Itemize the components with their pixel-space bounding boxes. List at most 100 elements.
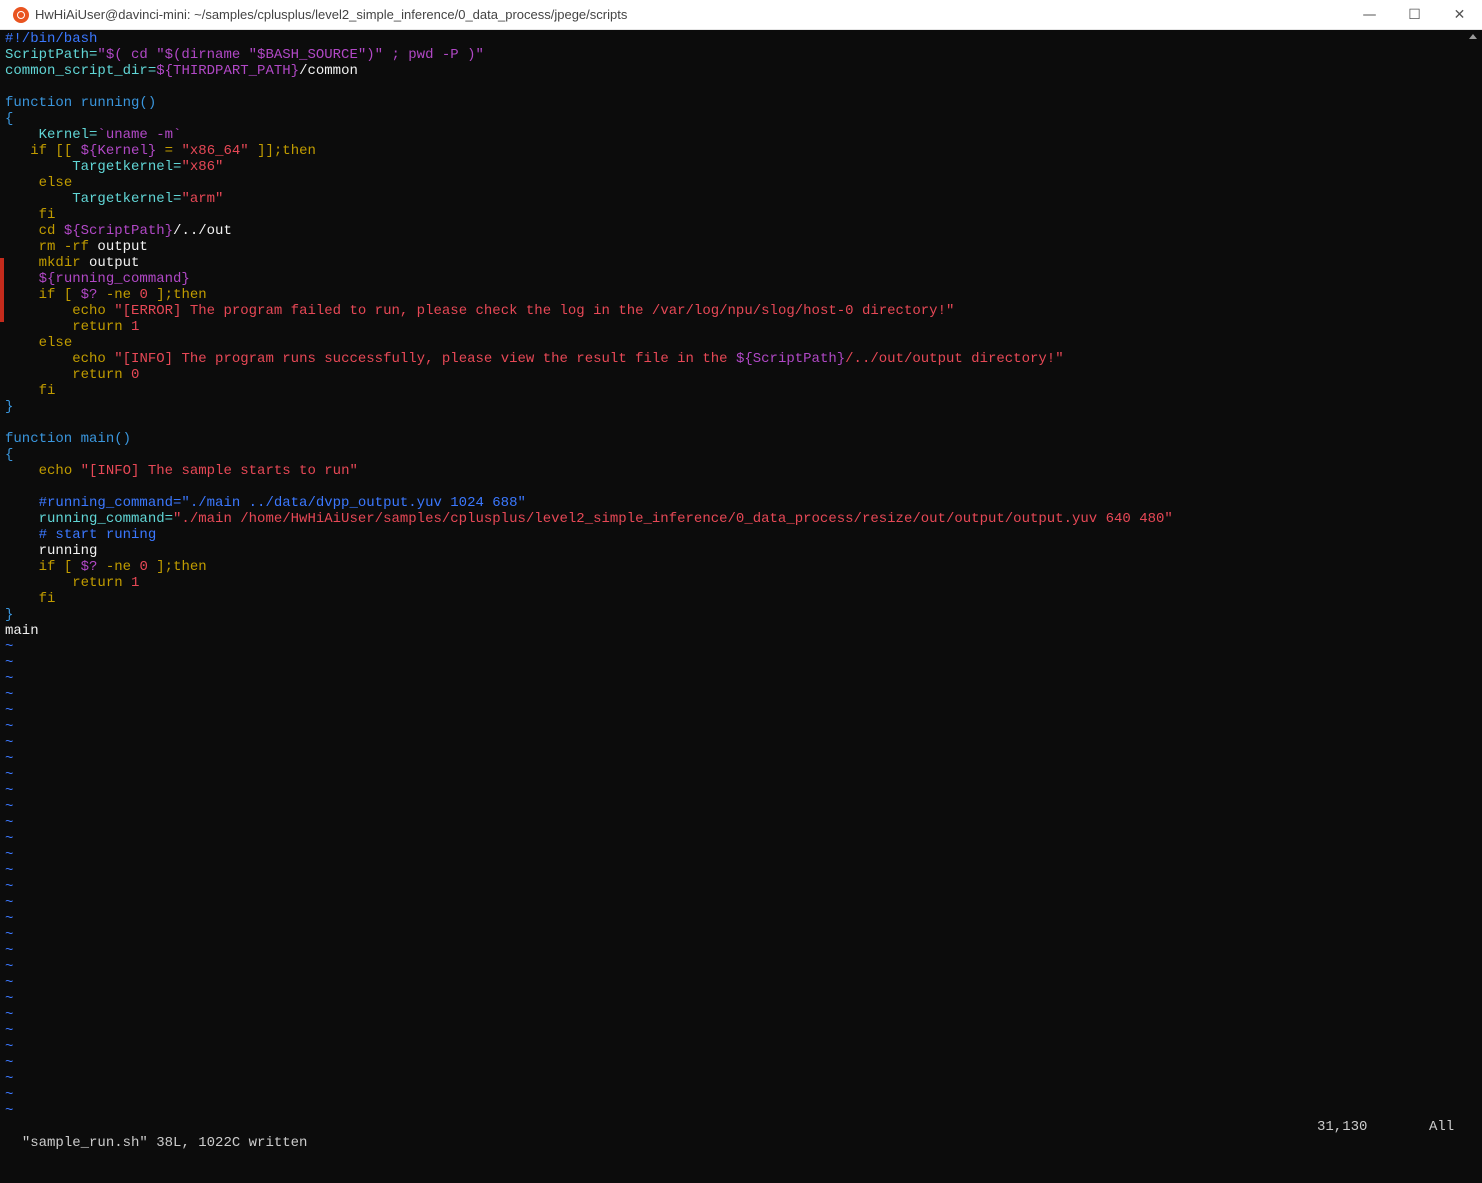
code-line: running — [5, 543, 1465, 559]
code-line: Targetkernel="x86" — [5, 159, 1465, 175]
window-titlebar[interactable]: HwHiAiUser@davinci-mini: ~/samples/cplus… — [0, 0, 1482, 30]
code-line: Kernel=`uname -m` — [5, 127, 1465, 143]
code-line: Targetkernel="arm" — [5, 191, 1465, 207]
code-token: "arm" — [181, 191, 224, 207]
code-token: fi — [38, 591, 56, 607]
scroll-up-icon[interactable] — [1469, 34, 1477, 39]
code-token: } — [5, 399, 14, 415]
code-token: Targetkernel= — [72, 159, 182, 175]
code-token: else — [38, 335, 73, 351]
code-line: fi — [5, 383, 1465, 399]
code-token: common_script_dir= — [5, 63, 157, 79]
code-token: -ne — [97, 559, 140, 575]
code-line: } — [5, 607, 1465, 623]
code-line: # start runing — [5, 527, 1465, 543]
empty-line-tilde: ~ — [5, 751, 14, 767]
code-token: 0 — [139, 287, 148, 303]
empty-line-tilde: ~ — [5, 799, 14, 815]
code-token: { — [5, 447, 14, 463]
ubuntu-icon — [13, 6, 29, 23]
maximize-button[interactable]: ☐ — [1392, 0, 1437, 30]
empty-line-tilde: ~ — [5, 735, 14, 751]
code-token: main — [5, 623, 39, 639]
code-token: { — [5, 111, 14, 127]
code-line: else — [5, 335, 1465, 351]
code-token: ${ScriptPath} — [735, 351, 846, 367]
code-line: function running() — [5, 95, 1465, 111]
code-token: = — [156, 143, 182, 159]
terminal-scrollbar[interactable] — [1465, 30, 1482, 1136]
empty-line-tilde: ~ — [5, 1023, 14, 1039]
code-token: running_command= — [38, 511, 174, 527]
code-token: #running_command="./main ../data/dvpp_ou… — [38, 495, 526, 511]
code-line: return 1 — [5, 575, 1465, 591]
empty-line-tilde: ~ — [5, 639, 14, 655]
code-token: "x86_64" — [181, 143, 249, 159]
code-line: if [ $? -ne 0 ];then — [5, 559, 1465, 575]
code-line: echo "[ERROR] The program failed to run,… — [5, 303, 1465, 319]
code-token: output — [89, 255, 140, 271]
code-line: ${running_command} — [5, 271, 1465, 287]
empty-line-tilde: ~ — [5, 831, 14, 847]
code-token: "$( cd "$(dirname "$BASH_SOURCE")" ; pwd… — [97, 47, 484, 63]
code-line: ScriptPath="$( cd "$(dirname "$BASH_SOUR… — [5, 47, 1465, 63]
code-token: echo — [72, 303, 115, 319]
code-line: cd ${ScriptPath}/../out — [5, 223, 1465, 239]
code-line: { — [5, 111, 1465, 127]
code-token: ];then — [147, 559, 207, 575]
cursor-position: 31,130 — [1317, 1119, 1368, 1135]
empty-line-tilde: ~ — [5, 911, 14, 927]
code-token: mkdir — [38, 255, 90, 271]
code-token: cd — [38, 223, 64, 239]
code-token: "[ERROR] The program failed to run, plea… — [114, 303, 955, 319]
empty-line-tilde: ~ — [5, 879, 14, 895]
empty-line-tilde: ~ — [5, 991, 14, 1007]
empty-line-tilde: ~ — [5, 687, 14, 703]
code-line: return 1 — [5, 319, 1465, 335]
code-token: } — [5, 607, 14, 623]
window-controls: — ☐ ✕ — [1347, 0, 1482, 30]
code-token: return — [72, 367, 132, 383]
empty-line-tilde: ~ — [5, 719, 14, 735]
empty-line-tilde: ~ — [5, 959, 14, 975]
code-token: fi — [38, 383, 56, 399]
code-token: ${running_command} — [38, 271, 190, 287]
code-token: ScriptPath= — [5, 47, 98, 63]
code-token: function main() — [5, 431, 132, 447]
code-line: if [ $? -ne 0 ];then — [5, 287, 1465, 303]
empty-line-tilde: ~ — [5, 1039, 14, 1055]
code-line: #!/bin/bash — [5, 31, 1465, 47]
code-token: "[INFO] The program runs successfully, p… — [114, 351, 736, 367]
code-token: `uname -m` — [97, 127, 182, 143]
code-token: "x86" — [181, 159, 224, 175]
vim-editor-buffer[interactable]: #!/bin/bash ScriptPath="$( cd "$(dirname … — [5, 31, 1465, 1129]
code-line: } — [5, 399, 1465, 415]
empty-line-tilde: ~ — [5, 943, 14, 959]
minimize-button[interactable]: — — [1347, 0, 1392, 30]
empty-line-tilde: ~ — [5, 895, 14, 911]
code-token: ${Kernel} — [80, 143, 157, 159]
empty-line-tilde: ~ — [5, 783, 14, 799]
code-token: echo — [72, 351, 115, 367]
close-button[interactable]: ✕ — [1437, 0, 1482, 30]
code-token: if [[ — [30, 143, 81, 159]
code-token: ${THIRDPART_PATH} — [156, 63, 300, 79]
empty-line-tilde: ~ — [5, 671, 14, 687]
empty-line-tilde: ~ — [5, 655, 14, 671]
empty-line-tilde: ~ — [5, 1103, 14, 1119]
code-token: fi — [38, 207, 56, 223]
